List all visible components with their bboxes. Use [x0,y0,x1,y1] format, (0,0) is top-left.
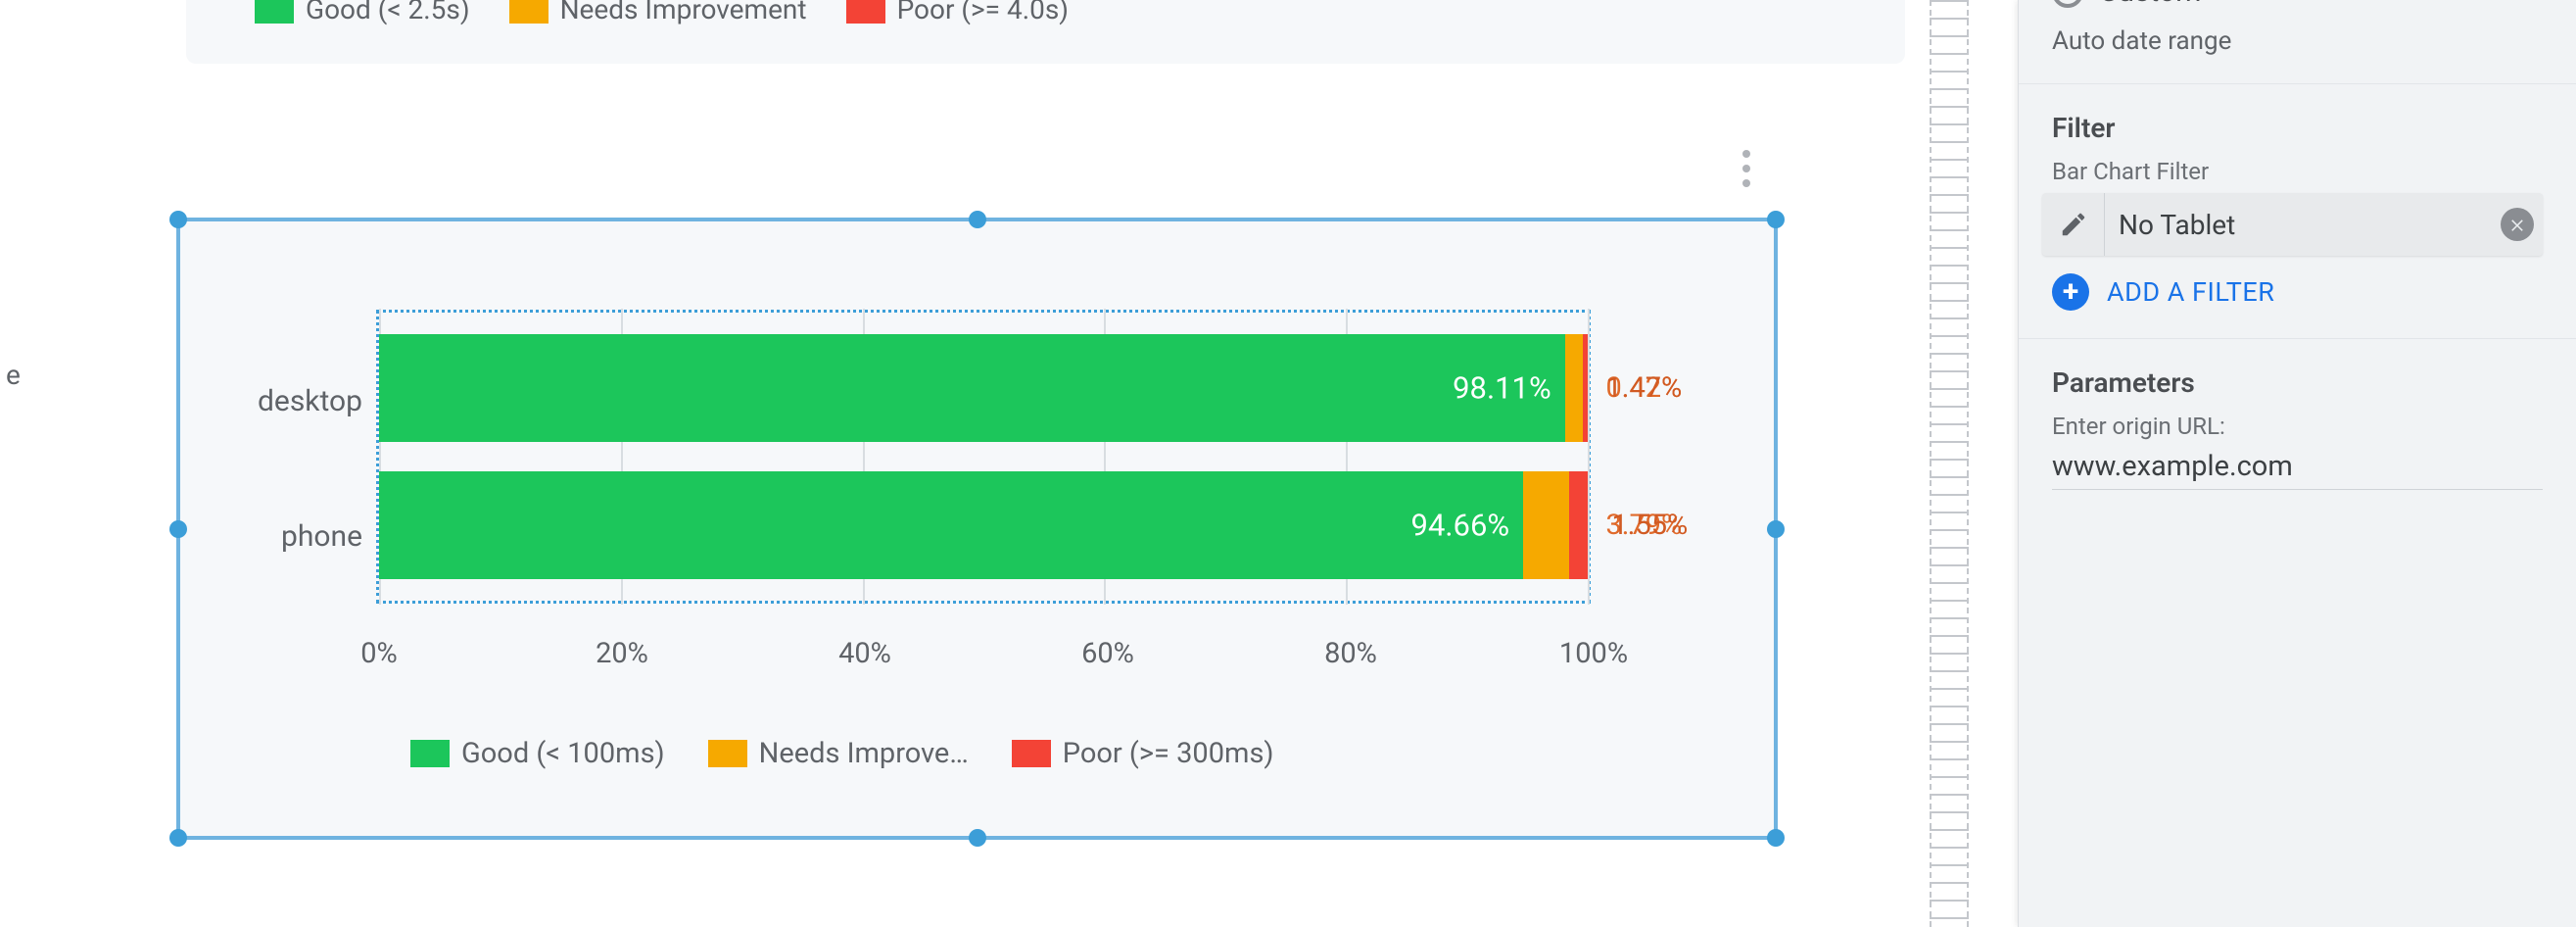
data-label-out: 3.79%1.55% [1606,509,1683,542]
parameters-sub: Enter origin URL: [2052,413,2543,440]
swatch-red [846,0,885,24]
canvas-ruler [1930,0,1969,927]
resize-handle-bm[interactable] [969,829,986,847]
axis-tick-20: 20% [596,637,648,670]
resize-handle-mr[interactable] [1767,520,1785,538]
resize-handle-tm[interactable] [969,211,986,228]
filter-chip-label: No Tablet [2105,209,2492,241]
filter-title: Filter [2052,112,2543,144]
pencil-icon [2059,210,2088,239]
resize-handle-br[interactable] [1767,829,1785,847]
remove-filter-button[interactable] [2492,199,2543,250]
resize-handle-bl[interactable] [169,829,187,847]
legend-text: Good (< 100ms) [461,737,665,770]
bar-row-desktop: 98.11% 0.42%1.47% [379,334,1588,442]
auto-date-range-label: Auto date range [2052,26,2543,56]
legend-top: Good (< 2.5s) Needs Improvement Poor (>=… [255,0,1069,25]
origin-url-input[interactable]: www.example.com [2052,450,2543,490]
legend-item-poor: Poor (>= 300ms) [1012,737,1274,770]
legend-item-poor: Poor (>= 4.0s) [846,0,1069,25]
bar-desktop-poor [1583,334,1588,442]
legend-item-needs: Needs Improvement [509,0,807,25]
properties-panel: Custom Auto date range Filter Bar Chart … [2018,0,2576,927]
axis-tick-100: 100% [1559,637,1628,670]
resize-handle-ml[interactable] [169,520,187,538]
radio-label: Custom [2099,0,2202,9]
swatch-red [1012,740,1051,767]
bar-desktop-good: 98.11% [379,334,1565,442]
swatch-orange [509,0,549,24]
legend-bottom: Good (< 100ms) Needs Improve… Poor (>= 3… [410,737,1274,770]
legend-item-good: Good (< 2.5s) [255,0,470,25]
filter-sub: Bar Chart Filter [2052,158,2543,185]
axis-tick-0: 0% [360,637,398,670]
resize-handle-tl[interactable] [169,211,187,228]
data-label: 94.66% [1411,508,1510,544]
axis-tick-80: 80% [1324,637,1377,670]
radio-option-custom[interactable]: Custom [2052,0,2543,9]
axis-tick-40: 40% [838,637,891,670]
bar-phone-needs [1523,471,1569,579]
legend-text: Poor (>= 300ms) [1063,737,1274,770]
radio-icon [2052,0,2083,8]
chart-plot-area: 98.11% 0.42%1.47% 94.66% 3.79%1.55% [376,310,1591,604]
previous-chart-card: Good (< 2.5s) Needs Improvement Poor (>=… [186,0,1905,64]
legend-item-needs: Needs Improve… [708,737,969,770]
parameters-section: Parameters Enter origin URL: www.example… [2019,338,2576,517]
legend-text: Poor (>= 4.0s) [897,0,1069,25]
selected-chart-card[interactable]: desktop phone 98.11% 0.42%1.47% 94.66% [176,218,1778,840]
legend-text: Good (< 2.5s) [306,0,470,25]
swatch-green [410,740,450,767]
filter-section: Filter Bar Chart Filter No Tablet + ADD … [2019,83,2576,338]
close-icon [2501,208,2534,241]
bar-phone-poor [1569,471,1588,579]
swatch-green [255,0,294,24]
legend-text: Needs Improvement [560,0,807,25]
filter-chip[interactable]: No Tablet [2042,193,2543,256]
bar-desktop-needs [1565,334,1583,442]
data-label: 98.11% [1453,370,1551,407]
parameters-title: Parameters [2052,366,2543,399]
resize-handle-tr[interactable] [1767,211,1785,228]
more-vert-icon[interactable] [1729,144,1764,193]
date-range-section: Custom Auto date range [2019,0,2576,83]
add-filter-label: ADD A FILTER [2107,276,2274,308]
row-label-desktop: desktop [186,384,362,418]
legend-item-good: Good (< 100ms) [410,737,665,770]
row-label-phone: phone [186,519,362,554]
data-label-out: 0.42%1.47% [1606,371,1683,405]
add-filter-button[interactable]: + ADD A FILTER [2052,273,2543,311]
edit-filter-button[interactable] [2042,193,2105,256]
bar-phone-good: 94.66% [379,471,1523,579]
cropped-page-text: e [6,359,21,391]
gridline-100 [1588,309,1590,605]
legend-text: Needs Improve… [759,737,969,770]
swatch-orange [708,740,747,767]
plus-icon: + [2052,273,2089,311]
axis-tick-60: 60% [1081,637,1134,670]
bar-row-phone: 94.66% 3.79%1.55% [379,471,1588,579]
